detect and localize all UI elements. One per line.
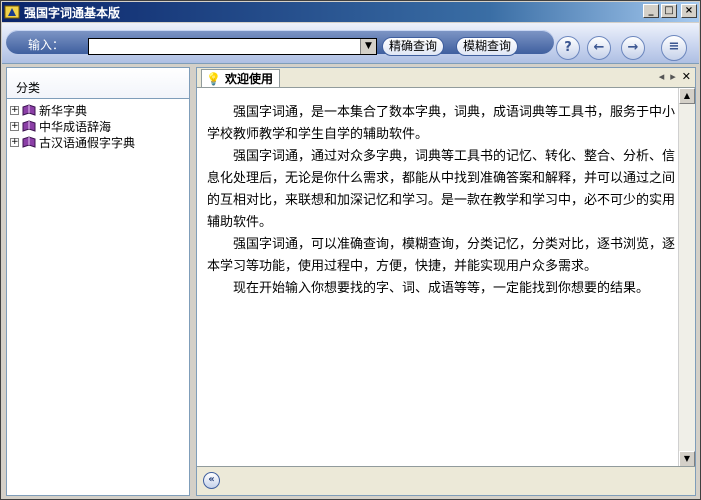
paragraph: 现在开始输入你想要找的字、词、成语等等，一定能找到你想要的结果。 xyxy=(233,281,650,296)
scroll-up-icon[interactable]: ▲ xyxy=(679,88,695,104)
tab-label: 欢迎使用 xyxy=(224,72,273,86)
arrow-right-icon[interactable]: → xyxy=(621,36,645,60)
tree-item-xinhua[interactable]: + 新华字典 xyxy=(10,102,135,118)
window-controls: _ □ × xyxy=(643,4,697,18)
vertical-scrollbar[interactable]: ▲ ▼ xyxy=(678,88,695,467)
window-title: 强国字词通基本版 xyxy=(24,5,121,20)
menu-icon[interactable]: ≡ xyxy=(661,35,687,61)
book-icon xyxy=(22,120,36,132)
search-input[interactable]: ▼ xyxy=(88,38,377,55)
category-title: 分类 xyxy=(16,81,41,95)
tab-controls: ◂ ▸ ✕ xyxy=(659,70,691,83)
lightbulb-icon: 💡 xyxy=(206,71,221,86)
app-icon xyxy=(4,5,20,19)
expand-icon[interactable]: + xyxy=(10,105,19,115)
arrow-left-icon[interactable]: ← xyxy=(587,36,611,60)
book-icon xyxy=(22,136,36,148)
content-panel: 💡 欢迎使用 ◂ ▸ ✕ 强国字词通，是一本集合了数本字典，词典，成语词典等工具… xyxy=(196,67,696,496)
double-chevron-left-icon[interactable]: « xyxy=(203,472,220,489)
paragraph: 强国字词通，可以准确查询，模糊查询，分类记忆，分类对比，逐书浏览，逐本学习等功能… xyxy=(207,237,676,274)
tab-close-icon[interactable]: ✕ xyxy=(682,70,691,83)
toolbar: 输入： ▼ 精确查询 模糊查询 ? ← → ≡ xyxy=(2,23,699,64)
tab-scroll-right-icon[interactable]: ▸ xyxy=(670,70,676,83)
tree-item-idioms[interactable]: + 中华成语辞海 xyxy=(10,118,135,134)
category-panel: 分类 + 新华字典 + 中华成语辞海 + 古汉语通假字字典 xyxy=(6,67,190,496)
input-label: 输入： xyxy=(28,38,65,52)
scroll-down-icon[interactable]: ▼ xyxy=(679,451,695,467)
tree-item-label: 古汉语通假字字典 xyxy=(39,135,136,150)
tab-scroll-left-icon[interactable]: ◂ xyxy=(659,70,665,83)
search-bar: 输入： ▼ 精确查询 模糊查询 xyxy=(6,30,554,56)
expand-icon[interactable]: + xyxy=(10,121,19,131)
help-icon[interactable]: ? xyxy=(556,36,580,60)
category-tree: + 新华字典 + 中华成语辞海 + 古汉语通假字字典 xyxy=(10,102,135,150)
title-bar[interactable]: 强国字词通基本版 _ □ × xyxy=(2,2,699,22)
close-button[interactable]: × xyxy=(681,4,697,18)
tab-welcome[interactable]: 💡 欢迎使用 xyxy=(201,69,280,87)
welcome-text: 强国字词通，是一本集合了数本字典，词典，成语词典等工具书，服务于中小学校教师教学… xyxy=(207,102,675,300)
minimize-button[interactable]: _ xyxy=(643,4,659,18)
fuzzy-search-button[interactable]: 模糊查询 xyxy=(456,37,519,56)
paragraph: 强国字词通，通过对众多字典，词典等工具书的记忆、转化、整合、分析、信息化处理后，… xyxy=(207,149,676,230)
tree-item-label: 新华字典 xyxy=(39,103,88,118)
tree-item-label: 中华成语辞海 xyxy=(39,119,112,134)
app-window: 强国字词通基本版 _ □ × 输入： ▼ 精确查询 模糊查询 ? ← → ≡ 分… xyxy=(0,0,701,500)
expand-icon[interactable]: + xyxy=(10,137,19,147)
maximize-button[interactable]: □ xyxy=(661,4,677,18)
paragraph: 强国字词通，是一本集合了数本字典，词典，成语词典等工具书，服务于中小学校教师教学… xyxy=(207,105,676,142)
book-icon xyxy=(22,104,36,116)
tab-bar: 💡 欢迎使用 ◂ ▸ ✕ xyxy=(197,68,695,88)
category-header: 分类 xyxy=(7,68,189,99)
dropdown-arrow-icon[interactable]: ▼ xyxy=(360,39,376,54)
exact-search-button[interactable]: 精确查询 xyxy=(382,37,445,56)
tree-item-classical[interactable]: + 古汉语通假字字典 xyxy=(10,134,135,150)
bottom-bar: « xyxy=(197,466,695,495)
